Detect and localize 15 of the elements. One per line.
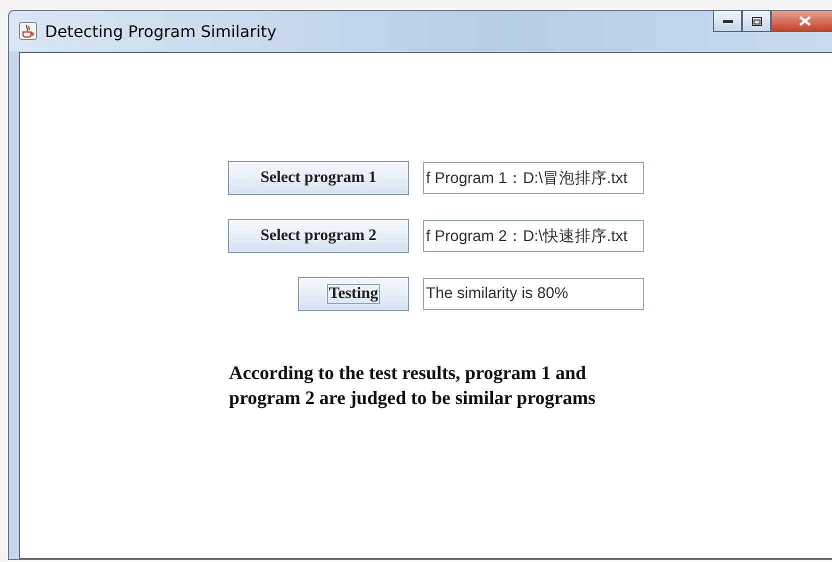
text-field[interactable]: The similarity is 80% [423,278,644,310]
minimize-button[interactable] [713,11,742,32]
close-icon [799,16,811,26]
maximize-icon [752,16,762,26]
text-field[interactable]: f Program 2：D:\快速排序.txt [423,220,644,252]
action-button[interactable]: Testing [298,277,409,311]
close-button[interactable] [771,11,832,32]
action-button[interactable]: Select program 2 [228,219,409,253]
action-button[interactable]: Select program 1 [228,161,409,195]
maximize-button[interactable] [742,11,771,32]
window-title: Detecting Program Similarity [45,22,276,40]
minimize-icon [722,19,732,23]
text-field[interactable]: f Program 1：D:\冒泡排序.txt [423,162,644,194]
coffee-cup-icon [19,22,37,40]
result-text: According to the test results, program 1 and program 2 are judged to be similar programs [229,362,596,411]
